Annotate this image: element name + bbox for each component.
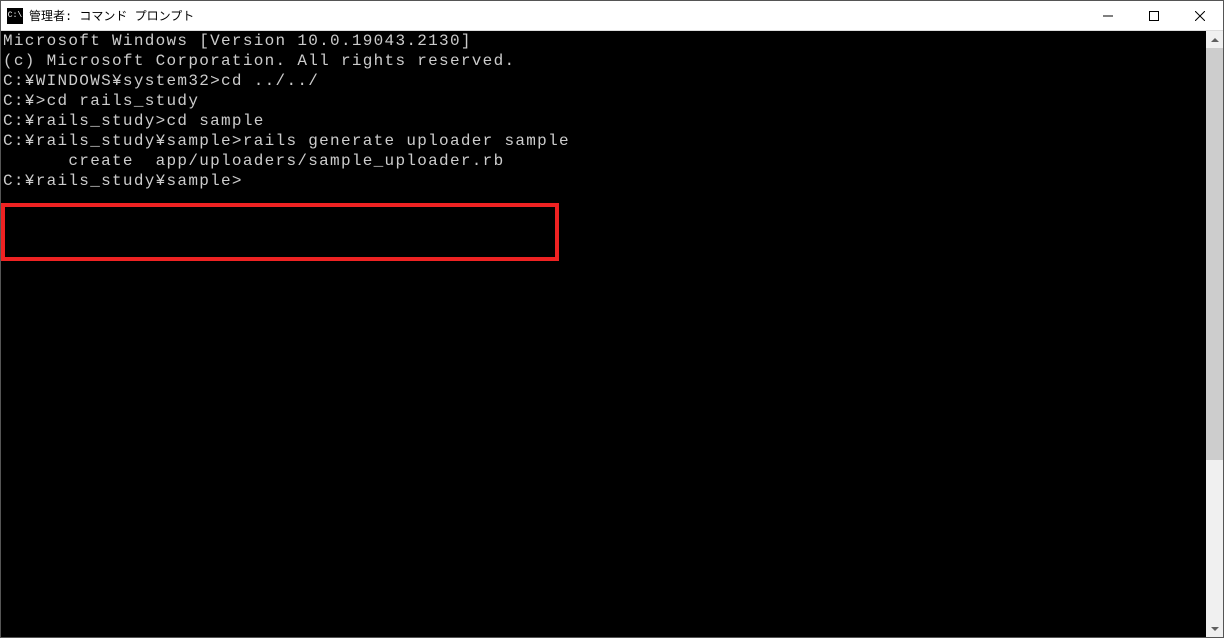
window-title: 管理者: コマンド プロンプト <box>29 7 194 24</box>
scroll-down-arrow[interactable] <box>1206 620 1223 637</box>
terminal-line: (c) Microsoft Corporation. All rights re… <box>3 51 1204 71</box>
scroll-track[interactable] <box>1206 48 1223 620</box>
close-button[interactable] <box>1177 1 1223 30</box>
vertical-scrollbar[interactable] <box>1206 31 1223 637</box>
terminal-line: Microsoft Windows [Version 10.0.19043.21… <box>3 31 1204 51</box>
scroll-up-arrow[interactable] <box>1206 31 1223 48</box>
terminal-line: create app/uploaders/sample_uploader.rb <box>3 151 1204 171</box>
window-controls <box>1085 1 1223 30</box>
titlebar[interactable]: C:\ 管理者: コマンド プロンプト <box>1 1 1223 31</box>
scroll-thumb[interactable] <box>1206 48 1223 460</box>
cmd-icon: C:\ <box>7 8 23 24</box>
terminal-line: C:¥>cd rails_study <box>3 91 1204 111</box>
command-prompt-window: C:\ 管理者: コマンド プロンプト Microsoft Windows [V… <box>0 0 1224 638</box>
terminal-line: C:¥rails_study¥sample> <box>3 171 1204 191</box>
terminal-body: Microsoft Windows [Version 10.0.19043.21… <box>1 31 1223 637</box>
terminal-line: C:¥rails_study>cd sample <box>3 111 1204 131</box>
terminal-line: C:¥rails_study¥sample>rails generate upl… <box>3 131 1204 151</box>
maximize-button[interactable] <box>1131 1 1177 30</box>
terminal-line: C:¥WINDOWS¥system32>cd ../../ <box>3 71 1204 91</box>
minimize-button[interactable] <box>1085 1 1131 30</box>
titlebar-left: C:\ 管理者: コマンド プロンプト <box>1 7 194 24</box>
terminal-output[interactable]: Microsoft Windows [Version 10.0.19043.21… <box>1 31 1206 637</box>
